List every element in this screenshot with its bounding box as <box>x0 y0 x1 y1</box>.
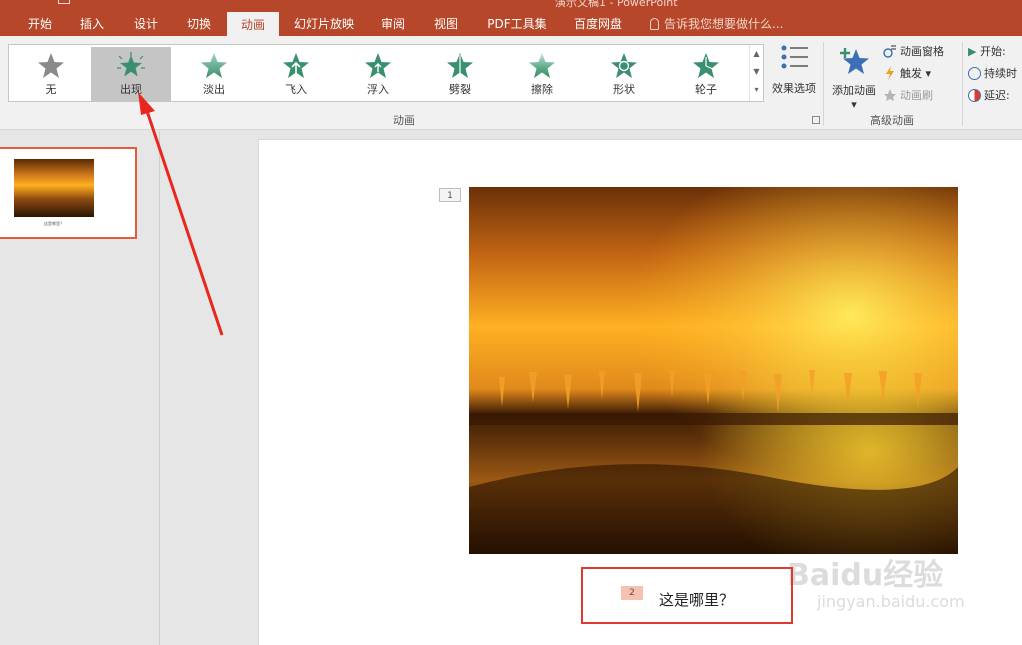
animation-appear-label: 出现 <box>120 83 142 96</box>
gallery-scroll-down-icon[interactable]: ▼ <box>750 63 763 81</box>
caption-textbox[interactable]: 这是哪里？ <box>581 567 793 624</box>
animation-none[interactable]: 无 <box>11 47 91 101</box>
animation-pane-icon <box>883 45 896 58</box>
slide-canvas: 1 Baidu经验 jingyan.baidu.com 这是哪里？ 2 <box>258 139 1022 645</box>
title-bar: 演示文稿1 - PowerPoint 开始 插入 设计 切换 动画 幻灯片放映 … <box>0 0 1022 36</box>
ribbon: 无 出现 淡出 飞入 浮入 劈裂 擦除 形状 轮子 ▲ ▼ ▾ 效果选项 动画 … <box>0 36 1022 130</box>
slide-thumbnail-1[interactable]: 这是哪里？ <box>0 147 137 239</box>
tell-me-text: 告诉我您想要做什么... <box>664 17 784 31</box>
effect-options-button[interactable]: 效果选项 <box>766 44 822 104</box>
star-wheel-icon <box>693 53 719 78</box>
tab-insert[interactable]: 插入 <box>66 12 118 36</box>
animation-appear[interactable]: 出现 <box>91 47 171 101</box>
animation-order-tag-1[interactable]: 1 <box>439 188 461 202</box>
caption-text: 这是哪里？ <box>659 591 735 609</box>
chevron-down-icon: ▾ <box>851 98 857 111</box>
gallery-scroll: ▲ ▼ ▾ <box>749 45 763 101</box>
tab-baidu-netdisk[interactable]: 百度网盘 <box>562 12 634 36</box>
play-icon: ▶ <box>968 45 980 58</box>
trigger-button[interactable]: 触发 ▾ <box>883 64 931 84</box>
ribbon-tabs: 开始 插入 设计 切换 动画 幻灯片放映 审阅 视图 PDF工具集 百度网盘 <box>0 12 1022 36</box>
quick-access-icon[interactable] <box>58 0 70 4</box>
thumbnail-caption: 这是哪里？ <box>44 221 64 226</box>
delay-label: 延迟: <box>984 89 1010 102</box>
animation-pane-label: 动画窗格 <box>900 45 944 58</box>
gallery-scroll-up-icon[interactable]: ▲ <box>750 45 763 63</box>
star-fade-icon <box>201 53 227 78</box>
dialog-launcher-icon[interactable] <box>812 116 820 124</box>
animation-order-tag-2[interactable]: 2 <box>621 586 643 600</box>
tell-me-search[interactable]: 告诉我您想要做什么... <box>650 12 783 36</box>
animation-none-label: 无 <box>45 83 57 96</box>
effect-options-icon <box>781 45 808 69</box>
tab-pdf-tools[interactable]: PDF工具集 <box>474 12 560 36</box>
watermark-logo-text: Baidu经验 <box>787 558 944 593</box>
lightning-icon <box>886 66 894 80</box>
tab-transitions[interactable]: 切换 <box>173 12 225 36</box>
animation-fly-in-label: 飞入 <box>285 83 307 96</box>
delay-option[interactable]: 延迟: <box>968 86 1010 106</box>
lightbulb-icon <box>650 18 659 30</box>
animation-fade[interactable]: 淡出 <box>174 47 254 101</box>
watermark-url-text: jingyan.baidu.com <box>817 592 965 611</box>
clock-icon <box>968 67 981 80</box>
add-animation-button[interactable]: 添加动画 ▾ <box>828 44 880 111</box>
animation-fade-label: 淡出 <box>203 83 225 96</box>
animation-shape-label: 形状 <box>613 83 635 96</box>
group-label-animation: 动画 <box>393 114 415 127</box>
star-none-icon <box>38 53 64 78</box>
tab-view[interactable]: 视图 <box>420 12 472 36</box>
cave-photo[interactable] <box>469 187 958 554</box>
animation-gallery: 无 出现 淡出 飞入 浮入 劈裂 擦除 形状 轮子 ▲ ▼ ▾ <box>8 44 764 102</box>
duration-label: 持续时 <box>984 67 1017 80</box>
star-float-in-icon <box>365 53 391 78</box>
group-divider <box>962 42 963 126</box>
animation-shape[interactable]: 形状 <box>584 47 664 101</box>
animation-float-in-label: 浮入 <box>367 83 389 96</box>
add-animation-icon <box>840 48 869 74</box>
animation-float-in[interactable]: 浮入 <box>338 47 418 101</box>
animation-wheel[interactable]: 轮子 <box>666 47 746 101</box>
delay-clock-icon <box>968 89 981 102</box>
group-divider <box>823 42 824 126</box>
powerpoint-window: 演示文稿1 - PowerPoint 开始 插入 设计 切换 动画 幻灯片放映 … <box>0 0 1022 645</box>
thumbnail-cave-image <box>14 159 94 217</box>
chevron-down-icon: ▾ <box>922 67 932 80</box>
tab-slideshow[interactable]: 幻灯片放映 <box>283 12 365 36</box>
tab-design[interactable]: 设计 <box>120 12 172 36</box>
animation-wipe[interactable]: 擦除 <box>502 47 582 101</box>
animation-wipe-label: 擦除 <box>531 83 553 96</box>
slide-thumbnail-pane: 这是哪里？ <box>0 131 160 645</box>
animation-painter-button[interactable]: 动画刷 <box>883 86 933 106</box>
cave-photo-image <box>469 187 958 554</box>
star-wipe-icon <box>529 53 555 78</box>
animation-wheel-label: 轮子 <box>695 83 717 96</box>
gallery-more-icon[interactable]: ▾ <box>750 81 763 99</box>
tab-home[interactable]: 开始 <box>14 12 66 36</box>
start-label: 开始: <box>979 45 1006 58</box>
start-option[interactable]: ▶ 开始: <box>968 42 1006 62</box>
trigger-label: 触发 <box>900 67 922 80</box>
animation-split-label: 劈裂 <box>449 83 471 96</box>
animation-painter-icon <box>884 89 896 101</box>
tab-animations[interactable]: 动画 <box>227 12 279 36</box>
tab-review[interactable]: 审阅 <box>367 12 419 36</box>
star-shape-icon <box>611 53 637 78</box>
add-animation-label: 添加动画 <box>832 84 876 97</box>
window-title: 演示文稿1 - PowerPoint <box>555 0 678 9</box>
animation-painter-label: 动画刷 <box>900 89 933 102</box>
animation-pane-button[interactable]: 动画窗格 <box>883 42 944 62</box>
star-appear-icon <box>117 52 145 77</box>
animation-split[interactable]: 劈裂 <box>420 47 500 101</box>
group-label-advanced: 高级动画 <box>870 114 914 127</box>
effect-options-label: 效果选项 <box>772 82 816 95</box>
duration-option[interactable]: 持续时 <box>968 64 1017 84</box>
star-split-icon <box>447 53 473 78</box>
baidu-watermark: Baidu经验 jingyan.baidu.com <box>787 536 1022 645</box>
animation-fly-in[interactable]: 飞入 <box>256 47 336 101</box>
star-fly-in-icon <box>283 53 309 78</box>
